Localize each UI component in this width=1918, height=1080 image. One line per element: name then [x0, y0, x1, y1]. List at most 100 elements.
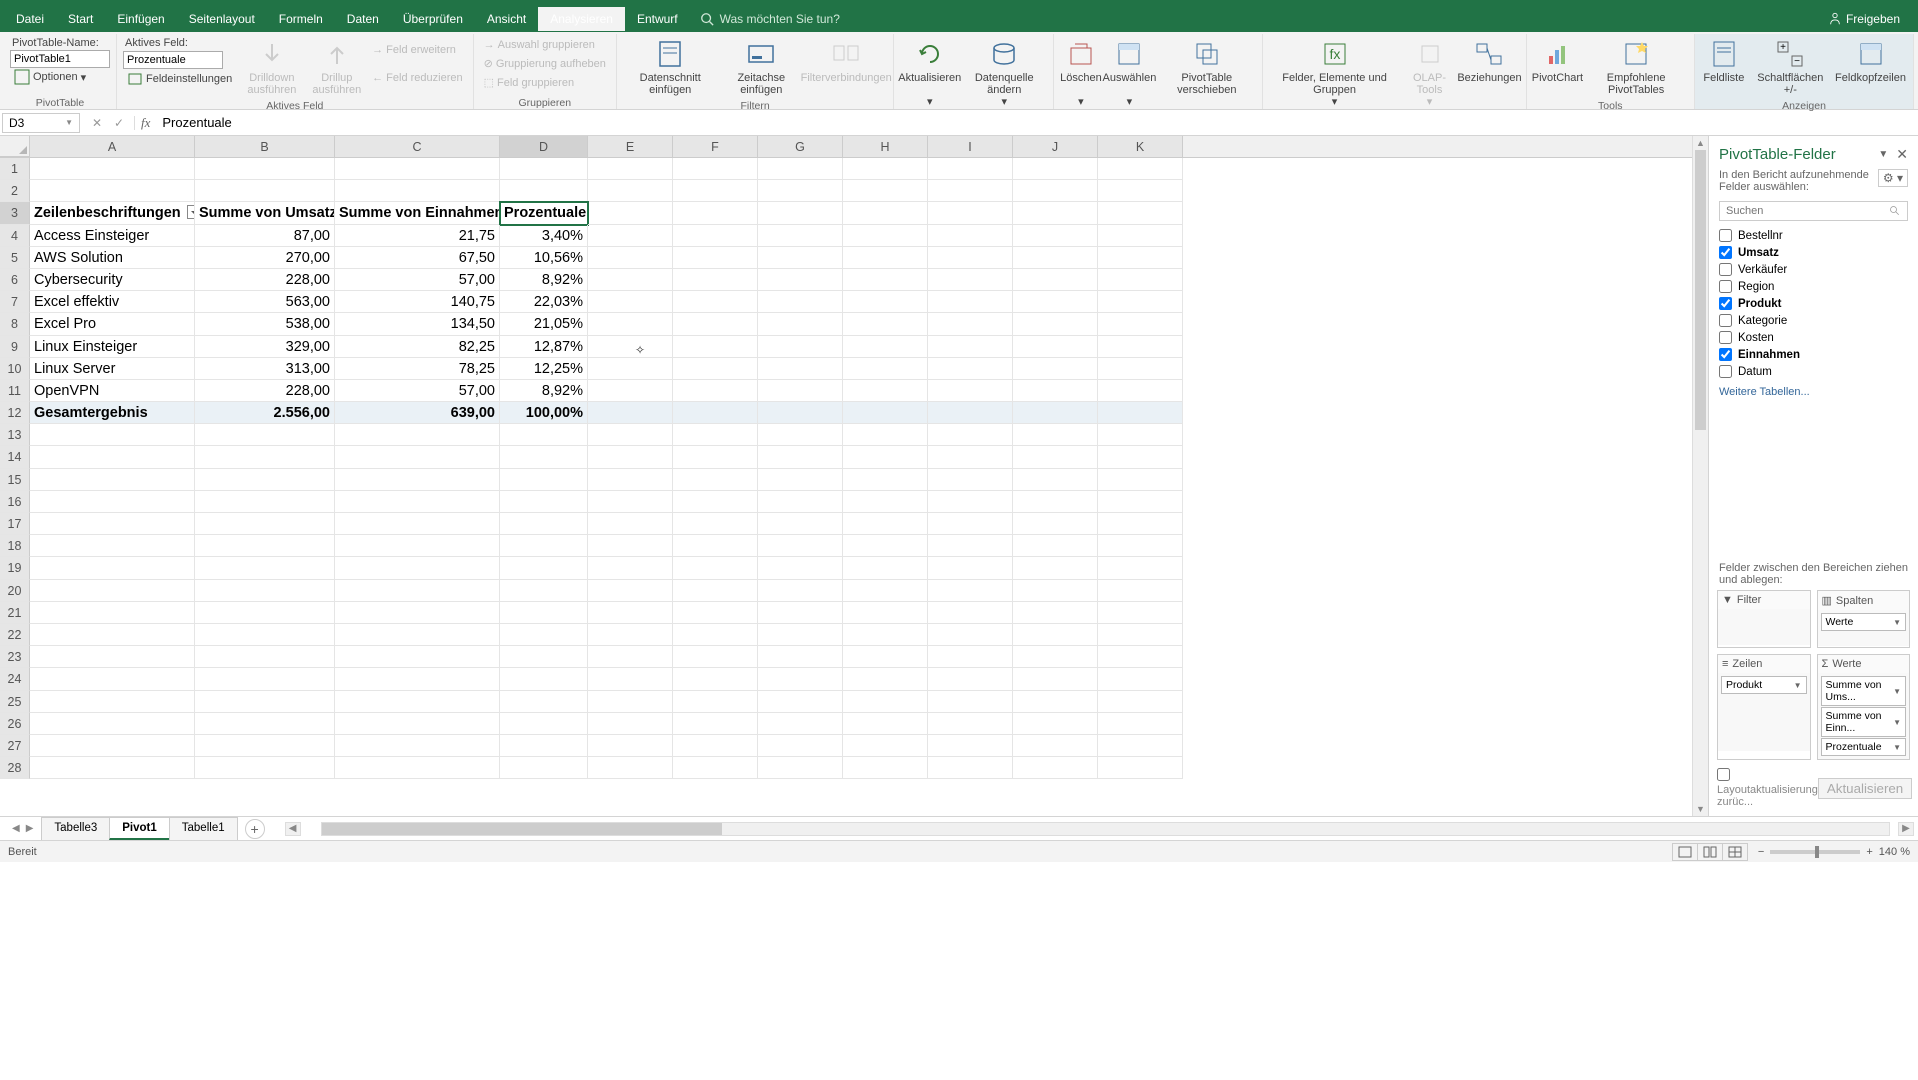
field-bestellnr[interactable]: Bestellnr [1719, 227, 1908, 244]
zoom-in[interactable]: + [1866, 846, 1872, 858]
cell-A10[interactable]: Linux Server [30, 358, 195, 380]
cell-D9[interactable]: 12,87% [500, 336, 588, 358]
field-verkäufer[interactable]: Verkäufer [1719, 261, 1908, 278]
cell-E4[interactable] [588, 225, 673, 247]
fx-icon[interactable]: fx [135, 115, 156, 131]
row-header-6[interactable]: 6 [0, 269, 30, 291]
cell-F13[interactable] [673, 424, 758, 446]
cell-H10[interactable] [843, 358, 928, 380]
cell-C12[interactable]: 639,00 [335, 402, 500, 424]
formula-cancel[interactable]: ✕ [86, 116, 108, 130]
view-page-layout[interactable] [1697, 843, 1723, 861]
cell-K21[interactable] [1098, 602, 1183, 624]
cell-E11[interactable] [588, 380, 673, 402]
cell-E16[interactable] [588, 491, 673, 513]
cell-B15[interactable] [195, 469, 335, 491]
cell-I24[interactable] [928, 668, 1013, 690]
column-header-A[interactable]: A [30, 136, 195, 157]
cell-C13[interactable] [335, 424, 500, 446]
cell-G18[interactable] [758, 535, 843, 557]
cell-K13[interactable] [1098, 424, 1183, 446]
cell-J18[interactable] [1013, 535, 1098, 557]
cell-K5[interactable] [1098, 247, 1183, 269]
cell-D6[interactable]: 8,92% [500, 269, 588, 291]
tab-start[interactable]: Start [56, 7, 105, 31]
cell-B11[interactable]: 228,00 [195, 380, 335, 402]
cell-H19[interactable] [843, 557, 928, 579]
cell-H23[interactable] [843, 646, 928, 668]
cell-A13[interactable] [30, 424, 195, 446]
pivotchart-button[interactable]: PivotChart [1533, 36, 1583, 86]
cell-K28[interactable] [1098, 757, 1183, 779]
pill-produkt[interactable]: Produkt▼ [1721, 676, 1807, 694]
cell-B5[interactable]: 270,00 [195, 247, 335, 269]
cell-I5[interactable] [928, 247, 1013, 269]
cell-G7[interactable] [758, 291, 843, 313]
row-header-1[interactable]: 1 [0, 158, 30, 180]
cell-H18[interactable] [843, 535, 928, 557]
row-header-22[interactable]: 22 [0, 624, 30, 646]
cell-E19[interactable] [588, 557, 673, 579]
cell-D23[interactable] [500, 646, 588, 668]
cell-J11[interactable] [1013, 380, 1098, 402]
sheet-nav[interactable]: ◀▶ [4, 823, 41, 834]
cell-J20[interactable] [1013, 580, 1098, 602]
cell-J16[interactable] [1013, 491, 1098, 513]
cell-E3[interactable] [588, 202, 673, 224]
cell-I26[interactable] [928, 713, 1013, 735]
zoom-level[interactable]: 140 % [1879, 846, 1910, 858]
insert-slicer[interactable]: Datenschnitt einfügen [623, 36, 718, 98]
cell-A4[interactable]: Access Einsteiger [30, 225, 195, 247]
row-header-11[interactable]: 11 [0, 380, 30, 402]
cell-B3[interactable]: Summe von Umsatz [195, 202, 335, 224]
view-page-break[interactable] [1722, 843, 1748, 861]
cell-G25[interactable] [758, 691, 843, 713]
cell-A15[interactable] [30, 469, 195, 491]
sheet-tab-tabelle3[interactable]: Tabelle3 [41, 817, 110, 840]
cell-J1[interactable] [1013, 158, 1098, 180]
field-kosten[interactable]: Kosten [1719, 329, 1908, 346]
cell-F22[interactable] [673, 624, 758, 646]
cell-C5[interactable]: 67,50 [335, 247, 500, 269]
cell-F11[interactable] [673, 380, 758, 402]
cell-I15[interactable] [928, 469, 1013, 491]
cell-I19[interactable] [928, 557, 1013, 579]
cell-I12[interactable] [928, 402, 1013, 424]
cell-K11[interactable] [1098, 380, 1183, 402]
cell-B6[interactable]: 228,00 [195, 269, 335, 291]
cell-F25[interactable] [673, 691, 758, 713]
cell-I7[interactable] [928, 291, 1013, 313]
clear-button[interactable]: Löschen▾ [1060, 36, 1102, 110]
column-header-K[interactable]: K [1098, 136, 1183, 157]
cell-C11[interactable]: 57,00 [335, 380, 500, 402]
select-all-corner[interactable] [0, 136, 30, 157]
cell-I27[interactable] [928, 735, 1013, 757]
cell-D3[interactable]: Prozentuale [500, 202, 588, 224]
cell-G11[interactable] [758, 380, 843, 402]
cell-B14[interactable] [195, 446, 335, 468]
cell-E27[interactable] [588, 735, 673, 757]
cell-J12[interactable] [1013, 402, 1098, 424]
cell-E26[interactable] [588, 713, 673, 735]
cell-C1[interactable] [335, 158, 500, 180]
pivottable-options[interactable]: Optionen ▾ [10, 68, 110, 86]
row-header-21[interactable]: 21 [0, 602, 30, 624]
cell-H16[interactable] [843, 491, 928, 513]
cell-E2[interactable] [588, 180, 673, 202]
cell-D20[interactable] [500, 580, 588, 602]
row-header-25[interactable]: 25 [0, 691, 30, 713]
cell-I4[interactable] [928, 225, 1013, 247]
cell-C24[interactable] [335, 668, 500, 690]
cell-C26[interactable] [335, 713, 500, 735]
cell-F18[interactable] [673, 535, 758, 557]
horizontal-scrollbar[interactable] [321, 822, 1890, 836]
hscroll-right[interactable]: ▶ [1898, 822, 1914, 836]
cell-E13[interactable] [588, 424, 673, 446]
cell-A23[interactable] [30, 646, 195, 668]
change-data-source[interactable]: Datenquelle ändern ▾ [961, 36, 1047, 110]
fieldlist-layout-icon[interactable]: ⚙ ▾ [1878, 169, 1908, 187]
cell-B16[interactable] [195, 491, 335, 513]
cell-C4[interactable]: 21,75 [335, 225, 500, 247]
cell-H4[interactable] [843, 225, 928, 247]
cell-J4[interactable] [1013, 225, 1098, 247]
